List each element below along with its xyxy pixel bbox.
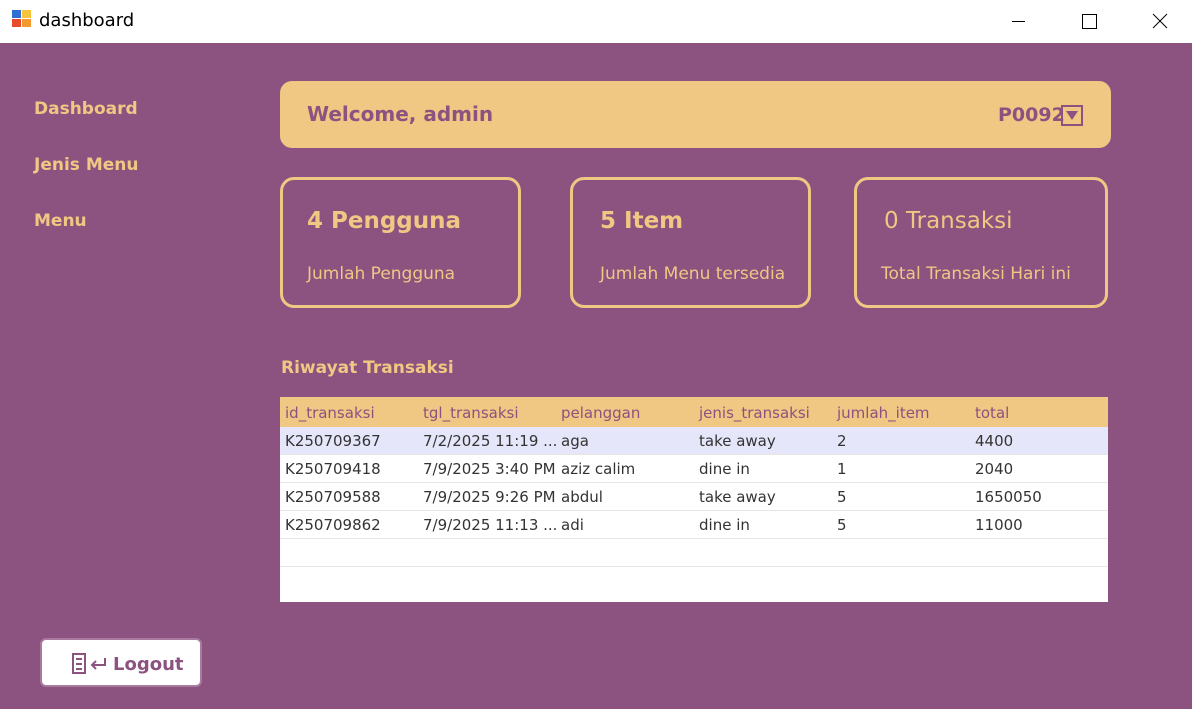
transactions-card: 0 Transaksi Total Transaksi Hari ini xyxy=(854,177,1108,308)
table-row-empty[interactable] xyxy=(280,539,1108,567)
column-header[interactable]: jenis_transaksi xyxy=(699,404,810,422)
menu-items-card: 5 Item Jumlah Menu tersedia xyxy=(570,177,811,308)
table-header: id_transaksi tgl_transaksi pelanggan jen… xyxy=(280,397,1108,427)
user-id-label: P0092 xyxy=(998,104,1065,126)
logout-button[interactable]: Logout xyxy=(40,638,202,687)
table-cell: K250709862 xyxy=(285,516,381,534)
sidebar-item-menu[interactable]: Menu xyxy=(34,211,87,231)
table-cell: dine in xyxy=(699,460,750,478)
user-dropdown-button[interactable] xyxy=(1061,105,1083,126)
column-header[interactable]: id_transaksi xyxy=(285,404,375,422)
history-title: Riwayat Transaksi xyxy=(281,358,454,378)
table-cell: aga xyxy=(561,432,589,450)
table-cell: take away xyxy=(699,432,776,450)
users-card-label: Jumlah Pengguna xyxy=(307,264,456,284)
users-card: 4 Pengguna Jumlah Pengguna xyxy=(280,177,521,308)
table-row[interactable]: K250709862 7/9/2025 11:13 ... adi dine i… xyxy=(280,511,1108,539)
maximize-button[interactable] xyxy=(1066,0,1112,43)
table-cell: abdul xyxy=(561,488,603,506)
table-cell: K250709588 xyxy=(285,488,381,506)
sidebar-item-jenis-menu[interactable]: Jenis Menu xyxy=(34,155,138,175)
table-cell: 7/9/2025 11:13 ... xyxy=(423,516,558,534)
table-cell: K250709418 xyxy=(285,460,381,478)
column-header[interactable]: jumlah_item xyxy=(837,404,930,422)
close-button[interactable] xyxy=(1136,0,1182,43)
transactions-card-label: Total Transaksi Hari ini xyxy=(881,264,1071,284)
table-cell: adi xyxy=(561,516,584,534)
table-cell: 11000 xyxy=(975,516,1023,534)
menu-items-count: 5 Item xyxy=(600,208,684,234)
window-title: dashboard xyxy=(39,10,135,31)
chevron-down-icon xyxy=(1066,111,1078,120)
table-cell: 5 xyxy=(837,516,847,534)
table-cell: dine in xyxy=(699,516,750,534)
logout-label: Logout xyxy=(113,654,184,675)
close-icon xyxy=(1152,13,1168,29)
transactions-count: 0 Transaksi xyxy=(884,208,1013,234)
transaction-table[interactable]: id_transaksi tgl_transaksi pelanggan jen… xyxy=(280,397,1108,602)
title-bar: dashboard xyxy=(0,0,1192,43)
minimize-button[interactable] xyxy=(995,0,1041,43)
table-cell: aziz calim xyxy=(561,460,636,478)
column-header[interactable]: pelanggan xyxy=(561,404,640,422)
table-cell: 7/9/2025 9:26 PM xyxy=(423,488,556,506)
welcome-bar: Welcome, admin P0092 xyxy=(280,81,1111,148)
table-row[interactable]: K250709418 7/9/2025 3:40 PM aziz calim d… xyxy=(280,455,1108,483)
table-cell: 1650050 xyxy=(975,488,1042,506)
table-row[interactable]: K250709588 7/9/2025 9:26 PM abdul take a… xyxy=(280,483,1108,511)
welcome-text: Welcome, admin xyxy=(307,102,494,126)
table-cell: K250709367 xyxy=(285,432,381,450)
maximize-icon xyxy=(1082,14,1097,29)
users-count: 4 Pengguna xyxy=(307,208,462,234)
table-cell: 4400 xyxy=(975,432,1014,450)
table-cell: 5 xyxy=(837,488,847,506)
table-cell: 2040 xyxy=(975,460,1014,478)
sidebar-item-dashboard[interactable]: Dashboard xyxy=(34,99,138,119)
logout-icon xyxy=(72,653,106,674)
table-cell: 7/9/2025 3:40 PM xyxy=(423,460,556,478)
minimize-icon xyxy=(1012,21,1025,22)
table-row[interactable]: K250709367 7/2/2025 11:19 ... aga take a… xyxy=(280,427,1108,455)
column-header[interactable]: total xyxy=(975,404,1009,422)
app-icon xyxy=(12,10,32,28)
table-cell: 1 xyxy=(837,460,847,478)
table-cell: take away xyxy=(699,488,776,506)
table-cell: 2 xyxy=(837,432,847,450)
table-cell: 7/2/2025 11:19 ... xyxy=(423,432,558,450)
column-header[interactable]: tgl_transaksi xyxy=(423,404,519,422)
menu-items-card-label: Jumlah Menu tersedia xyxy=(600,264,786,284)
